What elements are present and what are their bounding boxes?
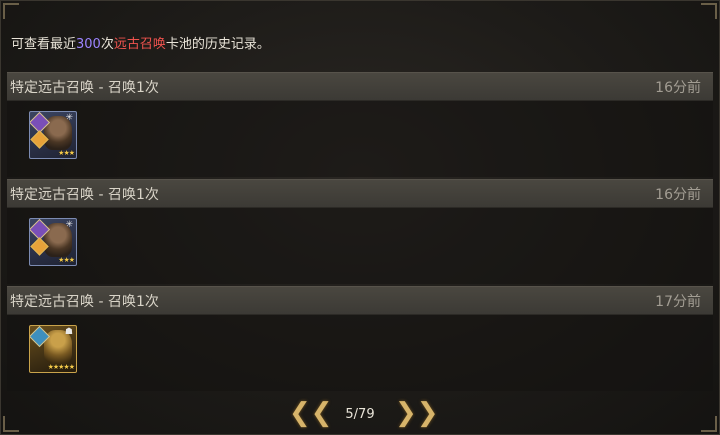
- record-header: 特定远古召唤 - 召唤1次 16分前: [7, 72, 713, 101]
- record-title: 特定远古召唤 - 召唤1次: [10, 80, 159, 96]
- record-time: 17分前: [655, 294, 701, 310]
- record-header: 特定远古召唤 - 召唤1次 16分前: [7, 179, 713, 208]
- element-icon: ✳: [65, 113, 73, 123]
- record-header: 特定远古召唤 - 召唤1次 17分前: [7, 286, 713, 315]
- intro-suffix: 卡池的历史记录。: [165, 37, 270, 52]
- star-rating: ★★★: [58, 149, 75, 157]
- record-time: 16分前: [655, 187, 701, 203]
- panel-corner-ornament: [701, 3, 717, 19]
- element-icon: ✳: [65, 220, 73, 230]
- summon-record: 特定远古召唤 - 召唤1次 17分前 ☗ ★★★★★: [7, 286, 713, 391]
- pool-name: 远古召唤: [113, 37, 166, 52]
- summon-record: 特定远古召唤 - 召唤1次 16分前 ✳ ★★★: [7, 72, 713, 177]
- panel-corner-ornament: [3, 3, 19, 19]
- intro-prefix: 可查看最近: [11, 37, 77, 52]
- history-intro-text: 可查看最近300次远古召唤卡池的历史记录。: [11, 33, 270, 52]
- star-rating: ★★★: [58, 256, 75, 264]
- summon-record: 特定远古召唤 - 召唤1次 16分前 ✳ ★★★: [7, 179, 713, 284]
- page-indicator: 5/79: [345, 407, 375, 422]
- element-icon: ☗: [64, 327, 73, 337]
- star-rating: ★★★★★: [47, 363, 75, 371]
- double-chevron-right-icon[interactable]: ❯❯: [395, 400, 439, 428]
- hero-card[interactable]: ✳ ★★★: [29, 218, 77, 266]
- hero-card[interactable]: ✳ ★★★: [29, 111, 77, 159]
- record-body: ✳ ★★★: [7, 208, 713, 284]
- record-title: 特定远古召唤 - 召唤1次: [10, 294, 159, 310]
- record-time: 16分前: [655, 80, 701, 96]
- double-chevron-left-icon[interactable]: ❮❮: [289, 400, 333, 428]
- record-body: ☗ ★★★★★: [7, 315, 713, 391]
- intro-mid: 次: [100, 37, 114, 52]
- record-count: 300: [76, 37, 101, 52]
- pagination: ❮❮ 5/79 ❯❯: [0, 400, 720, 430]
- record-body: ✳ ★★★: [7, 101, 713, 177]
- hero-card[interactable]: ☗ ★★★★★: [29, 325, 77, 373]
- record-title: 特定远古召唤 - 召唤1次: [10, 187, 159, 203]
